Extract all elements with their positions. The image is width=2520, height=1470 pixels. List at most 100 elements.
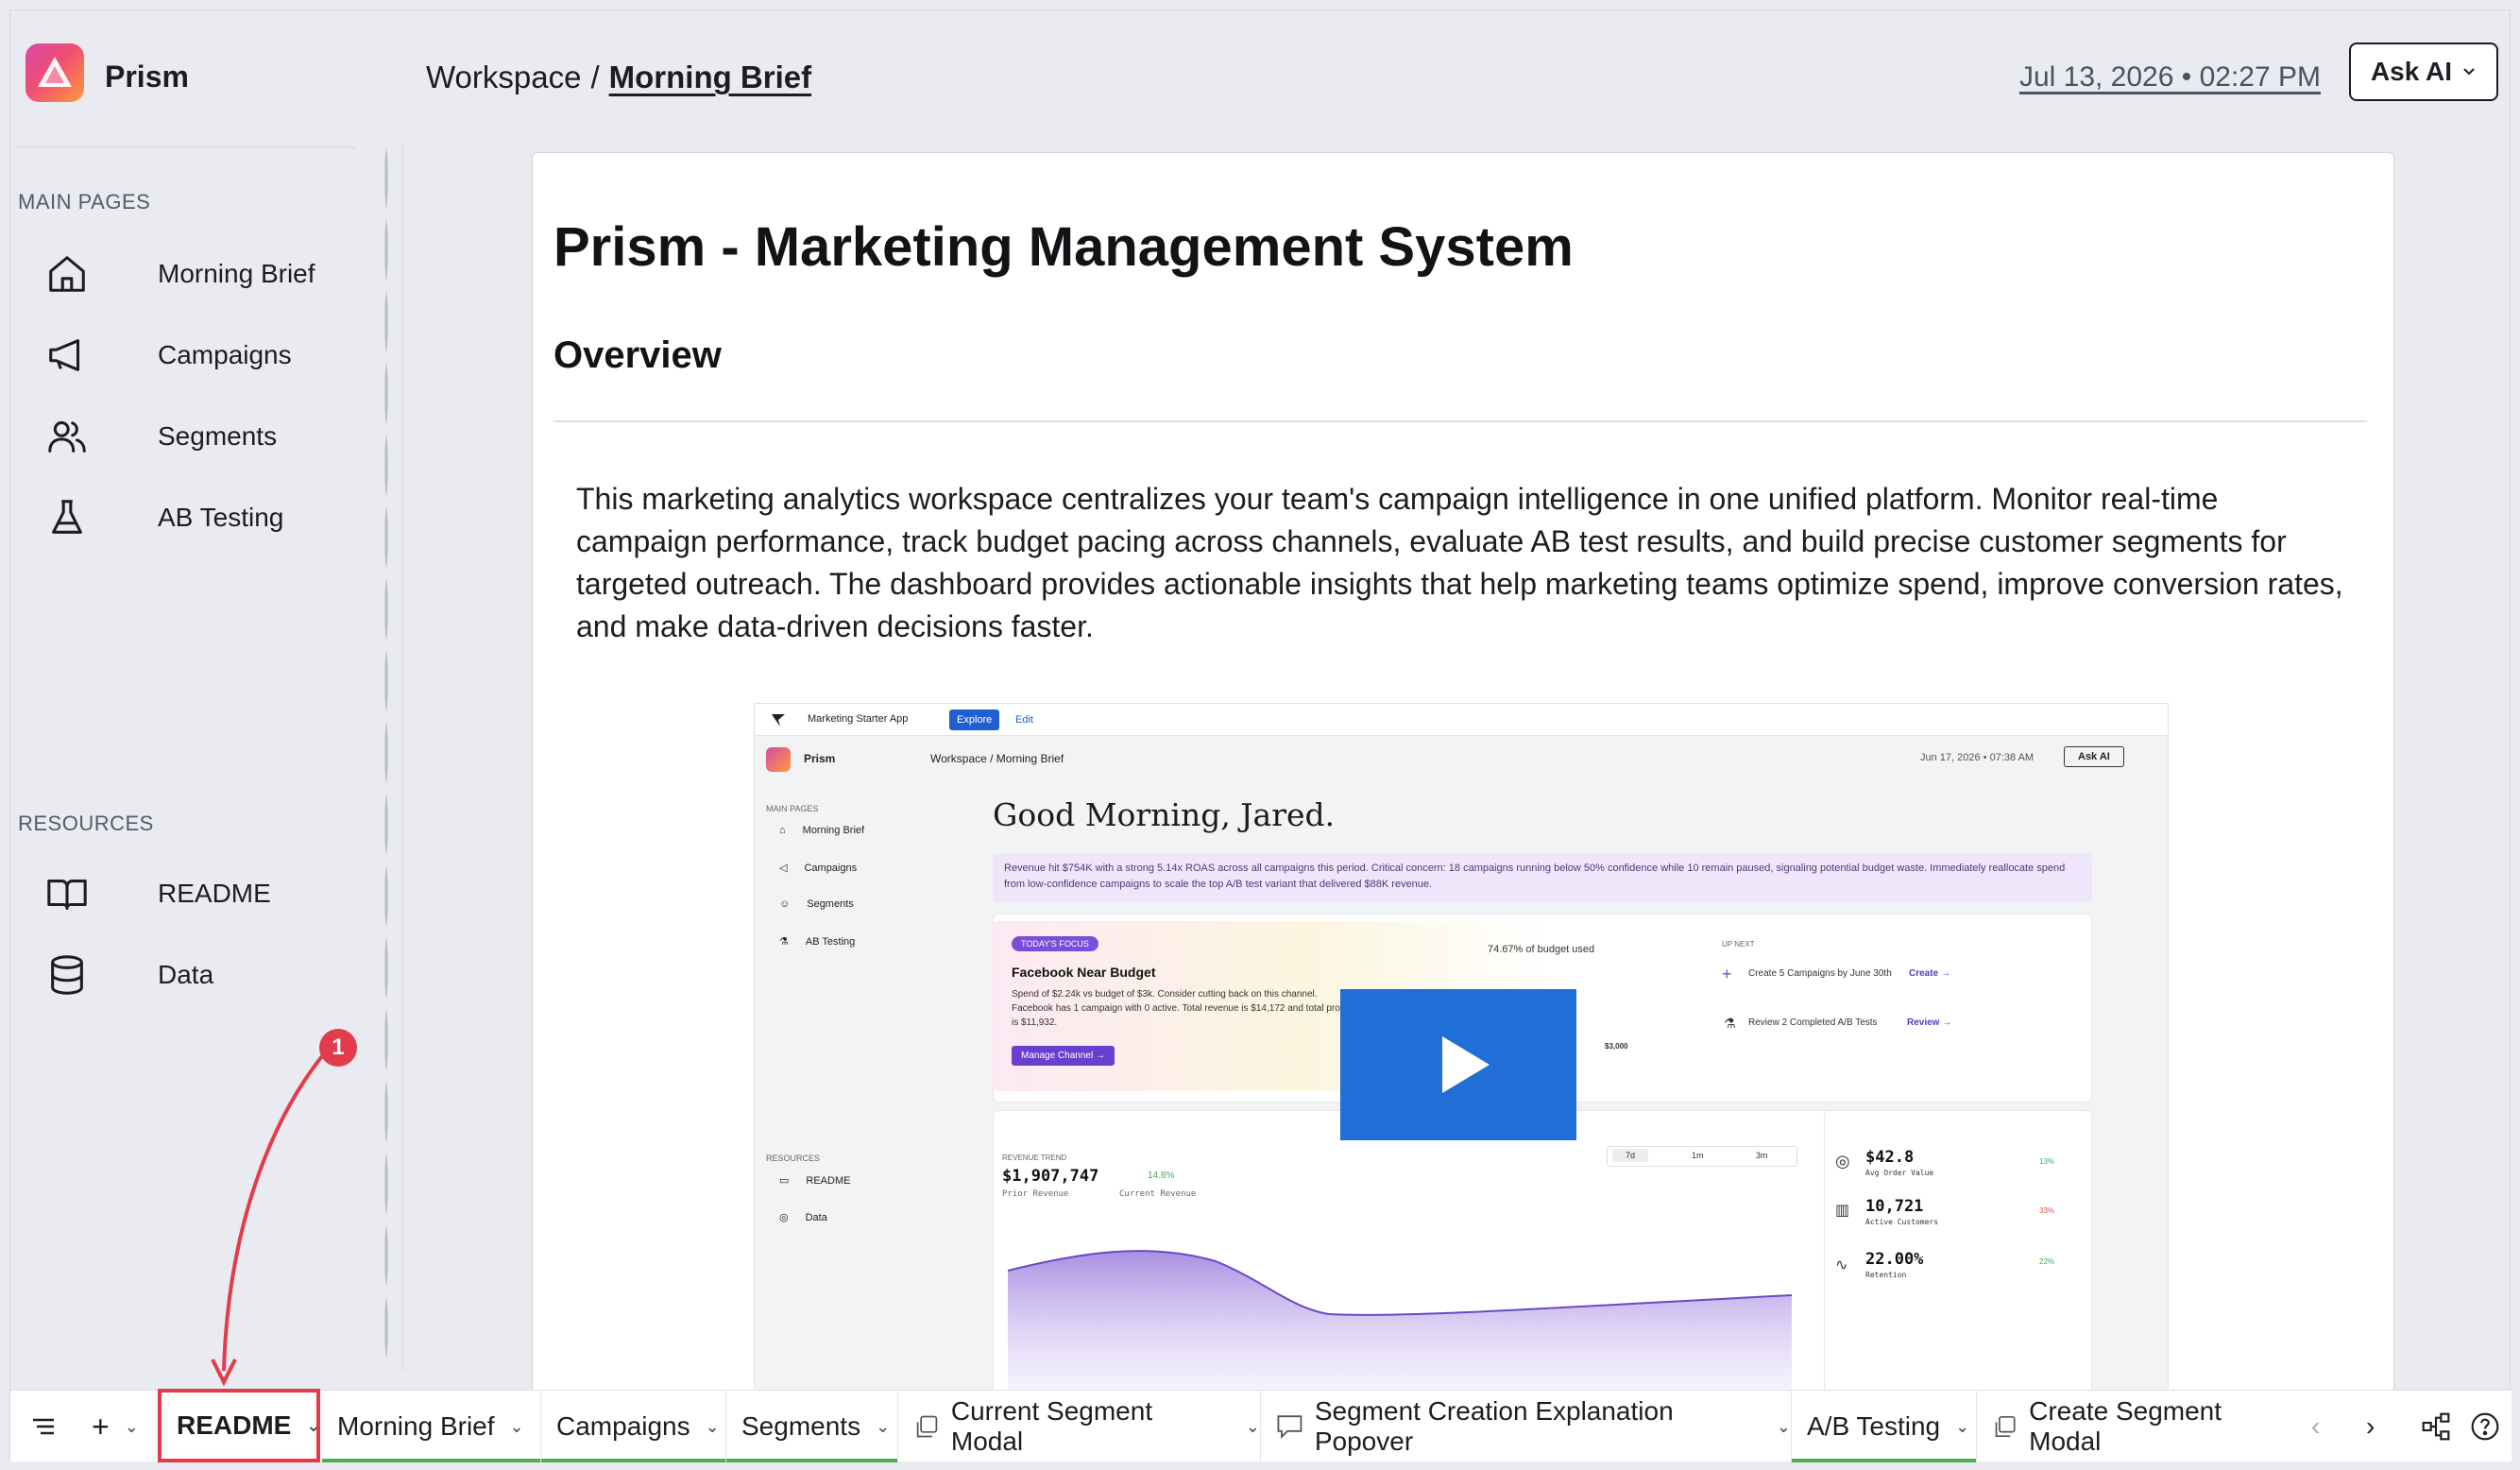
tab-status-bar (1792, 1459, 1976, 1462)
tab-campaigns[interactable]: Campaigns ⌄ (541, 1391, 726, 1462)
tab-create-segment-modal[interactable]: Create Segment Modal (1977, 1391, 2292, 1462)
flask-icon: ⚗ (779, 936, 789, 948)
help-button[interactable] (2460, 1391, 2511, 1462)
home-icon: ⌂ (779, 825, 786, 836)
home-icon (39, 246, 95, 302)
sidebar-item-data[interactable]: Data (39, 942, 360, 1008)
tab-label: Segment Creation Explanation Popover (1314, 1396, 1674, 1456)
preview-edit-tab: Edit (1015, 714, 1033, 726)
preview-revenue-label: REVENUE TREND (1002, 1154, 1067, 1162)
chevron-down-icon: ⌄ (705, 1416, 720, 1436)
readme-content[interactable]: Prism - Marketing Management System Over… (532, 152, 2394, 1399)
sidebar-item-ab-testing[interactable]: AB Testing (39, 485, 360, 551)
flask-icon (39, 489, 95, 546)
users-icon (39, 408, 95, 465)
preview-greeting: Good Morning, Jared. (993, 796, 1336, 833)
page-graph-button[interactable] (2409, 1391, 2460, 1462)
preview-revenue-chart (1008, 1250, 1792, 1393)
tab-segments[interactable]: Segments ⌄ (726, 1391, 898, 1462)
sidebar-divider (16, 146, 356, 148)
preview-header: Prism Workspace / Morning Brief Jun 17, … (755, 736, 2168, 783)
tab-list-menu-button[interactable] (10, 1391, 78, 1462)
resources-label: RESOURCES (18, 812, 154, 835)
preview-kpi-value: 22.00% (1865, 1250, 1924, 1269)
preview-kpi-delta: 13% (2039, 1157, 2055, 1166)
database-icon (39, 947, 95, 1003)
sidebar-item-campaigns[interactable]: Campaigns (39, 322, 360, 388)
preview-revenue-value: $1,907,747 (1002, 1167, 1099, 1186)
bird-logo-icon (772, 714, 785, 726)
preview-kpi-value: 10,721 (1865, 1197, 1924, 1216)
megaphone-icon (39, 327, 95, 384)
tab-morning-brief[interactable]: Morning Brief ⌄ (322, 1391, 541, 1462)
preview-kpi-delta: 22% (2039, 1257, 2055, 1266)
tab-label: Create Segment Modal (2029, 1396, 2222, 1456)
breadcrumb-root[interactable]: Workspace (426, 60, 581, 94)
preview-datetime: Jun 17, 2026 • 07:38 AM (1920, 752, 2035, 763)
preview-nav-item: ◁ Campaigns (779, 862, 857, 875)
preview-focus-body: Spend of $2.24k vs budget of $3k. Consid… (1012, 989, 1348, 1028)
tab-ab-testing[interactable]: A/B Testing ⌄ (1792, 1391, 1977, 1462)
preview-budget-used: 74.67% of budget used (1488, 944, 1595, 955)
preview-nav-item: ◎ Data (779, 1211, 827, 1224)
chevron-down-icon: ⌄ (1245, 1416, 1260, 1436)
tab-segment-creation-explanation-popover[interactable]: Segment Creation Explanation Popover ⌄ (1261, 1391, 1792, 1462)
preview-nav-item: ☺ Segments (779, 898, 854, 910)
tab-label: Morning Brief (337, 1411, 495, 1441)
chevron-down-icon: ⌄ (509, 1416, 524, 1436)
play-icon (1442, 1036, 1490, 1093)
database-icon: ◎ (779, 1212, 789, 1223)
sidebar-item-morning-brief[interactable]: Morning Brief (39, 241, 360, 307)
preview-range-7d: 7d (1612, 1149, 1649, 1162)
main-pages-label: MAIN PAGES (18, 190, 151, 214)
scroll-tabs-right-button[interactable]: › (2345, 1391, 2402, 1462)
sidebar-item-label: README (158, 879, 271, 908)
book-icon (39, 865, 95, 922)
ask-ai-button[interactable]: Ask AI (2349, 43, 2498, 101)
preview-legend-prior: Prior Revenue (1002, 1189, 1069, 1199)
current-datetime[interactable]: Jul 13, 2026 • 02:27 PM (2019, 61, 2321, 94)
sidebar-item-readme[interactable]: README (39, 861, 360, 927)
tab-label: Current Segment Modal (950, 1396, 1153, 1456)
tab-status-bar (322, 1459, 540, 1462)
chevron-down-icon: ⌄ (1955, 1416, 1970, 1436)
preview-resources-label: RESOURCES (766, 1154, 821, 1163)
preview-topbar: Marketing Starter App Explore Edit (755, 704, 2168, 736)
preview-legend-current: Current Revenue (1119, 1189, 1197, 1199)
popover-icon (1277, 1415, 1303, 1439)
app-frame: Prism Workspace / Morning Brief Jul 13, 20… (9, 9, 2511, 1462)
tab-label: README (177, 1410, 292, 1440)
tab-status-bar (541, 1459, 725, 1462)
chevron-down-icon (2463, 68, 2475, 76)
tab-status-bar (726, 1459, 897, 1462)
megaphone-icon: ◁ (779, 863, 788, 874)
tab-current-segment-modal[interactable]: Current Segment Modal ⌄ (898, 1391, 1261, 1462)
preview-nav-item: ▭ README (779, 1174, 850, 1188)
sidebar-item-segments[interactable]: Segments (39, 403, 360, 470)
sidebar-resize-dots (384, 143, 388, 1371)
scroll-tabs-left-button[interactable]: ‹ (2292, 1391, 2345, 1462)
sidebar-border[interactable] (401, 143, 403, 1371)
modal-icon (916, 1415, 938, 1438)
sidebar-item-label: Morning Brief (158, 259, 315, 288)
preview-kpi-label: Retention (1865, 1271, 1907, 1279)
preview-breadcrumb: Workspace / Morning Brief (930, 752, 1064, 765)
bottom-tab-bar: + ⌄ README ⌄ Morning Brief ⌄ Campaigns ⌄ Se… (10, 1389, 2511, 1462)
bar-chart-icon: ▥ (1835, 1203, 1850, 1219)
pulse-icon: ∿ (1835, 1257, 1848, 1273)
preview-nav-label: Segments (807, 898, 854, 910)
add-tab-button[interactable]: + ⌄ (78, 1391, 162, 1462)
preview-nav-item: ⚗ AB Testing (779, 935, 855, 949)
breadcrumb-current[interactable]: Morning Brief (609, 60, 811, 94)
sidebar-item-label: Campaigns (158, 340, 292, 369)
overview-paragraph: This marketing analytics workspace centr… (576, 482, 2343, 643)
dashboard-video-preview[interactable]: Marketing Starter App Explore Edit Prism… (754, 703, 2169, 1399)
tab-readme[interactable]: README ⌄ (158, 1389, 320, 1462)
chevron-down-icon: ⌄ (876, 1416, 891, 1436)
preview-focus-title: Facebook Near Budget (1012, 965, 1156, 980)
flow-diagram-icon (2422, 1412, 2450, 1441)
prism-logo[interactable] (26, 43, 84, 102)
help-icon (2471, 1412, 2499, 1441)
plus-icon: + (1722, 965, 1732, 983)
video-play-button[interactable] (1340, 989, 1576, 1140)
